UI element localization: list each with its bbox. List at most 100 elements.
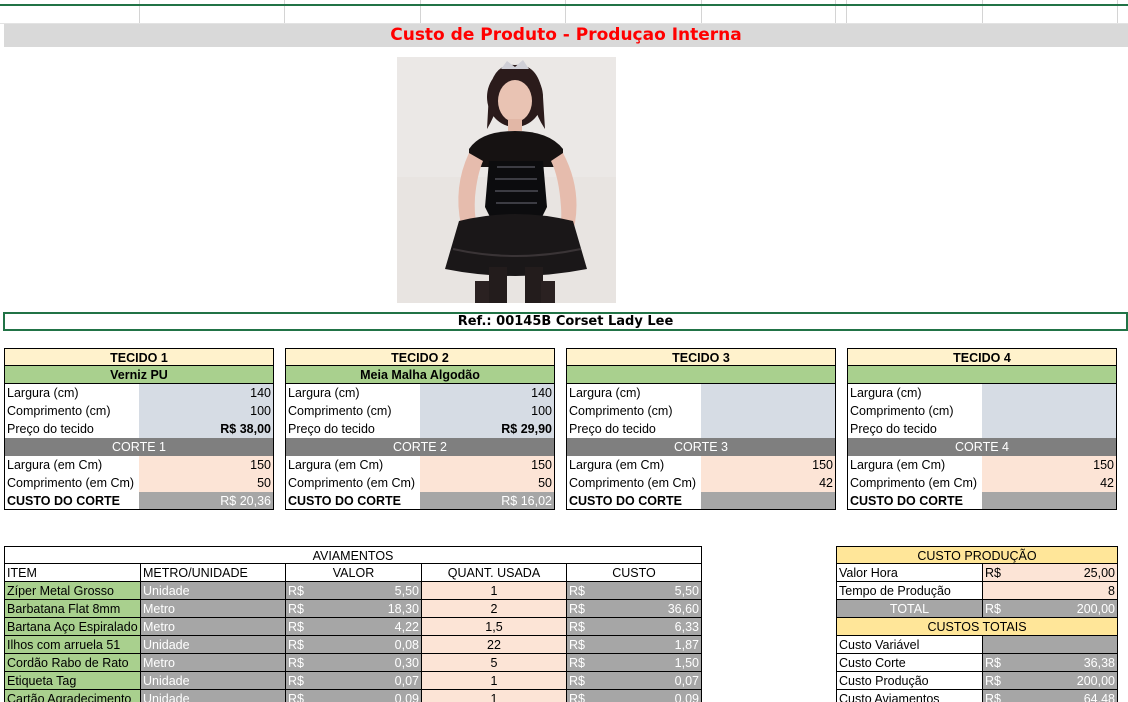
row-quant[interactable]: 1,5 [421, 618, 566, 636]
tempo-label: Tempo de Produção [836, 582, 982, 600]
fabric-width-label: Largura (cm) [4, 384, 139, 402]
fabric-length-value[interactable]: 100 [420, 402, 555, 420]
fabric-header: TECIDO 3 [566, 348, 836, 366]
fabric-length-label: Comprimento (cm) [566, 402, 701, 420]
row-valor-currency: R$ [285, 618, 315, 636]
row-item[interactable]: Zíper Metal Grosso [4, 582, 140, 600]
cut-width-value[interactable]: 150 [420, 456, 555, 474]
row-unit[interactable]: Unidade [140, 636, 285, 654]
fabric-length-label: Comprimento (cm) [847, 402, 982, 420]
fabric-width-value[interactable]: 140 [139, 384, 274, 402]
row-quant[interactable]: 5 [421, 654, 566, 672]
row-valor-currency: R$ [285, 582, 315, 600]
row-item[interactable]: Bartana Aço Espiralado [4, 618, 140, 636]
cut-length-value[interactable]: 42 [701, 474, 836, 492]
row-valor-currency: R$ [285, 636, 315, 654]
totais-row-label: Custo Variável [836, 636, 982, 654]
totais-row-value: 200,00 [1012, 672, 1118, 690]
totais-title: CUSTOS TOTAIS [836, 618, 1118, 636]
column-header-custo: CUSTO [566, 564, 702, 582]
cut-width-value[interactable]: 150 [982, 456, 1117, 474]
row-quant[interactable]: 2 [421, 600, 566, 618]
fabric-price-label: Preço do tecido [847, 420, 982, 438]
row-valor[interactable]: 0,08 [315, 636, 421, 654]
totais-row-value: 36,38 [1012, 654, 1118, 672]
valor-hora-value[interactable]: 25,00 [1012, 564, 1118, 582]
fabric-price-label: Preço do tecido [4, 420, 139, 438]
row-valor[interactable]: 4,22 [315, 618, 421, 636]
row-item[interactable]: Ilhos com arruela 51 [4, 636, 140, 654]
fabric-price-value[interactable]: R$ 38,00 [139, 420, 274, 438]
row-item[interactable]: Cordão Rabo de Rato [4, 654, 140, 672]
cut-cost-label: CUSTO DO CORTE [4, 492, 139, 510]
row-valor[interactable]: 0,07 [315, 672, 421, 690]
title-bar: Custo de Produto - Produçao Interna [4, 24, 1128, 47]
row-item[interactable]: Cartão Agradecimento [4, 690, 140, 702]
row-custo-currency: R$ [566, 582, 596, 600]
cut-length-value[interactable]: 42 [982, 474, 1117, 492]
fabric-price-value[interactable] [701, 420, 836, 438]
cut-width-value[interactable]: 150 [139, 456, 274, 474]
row-custo-currency: R$ [566, 654, 596, 672]
valor-hora-label: Valor Hora [836, 564, 982, 582]
row-quant[interactable]: 22 [421, 636, 566, 654]
aviamentos-table: AVIAMENTOS ITEM METRO/UNIDADE VALOR QUAN… [4, 546, 702, 702]
fabric-width-label: Largura (cm) [566, 384, 701, 402]
row-valor[interactable]: 0,09 [315, 690, 421, 702]
row-unit[interactable]: Metro [140, 654, 285, 672]
row-quant[interactable]: 1 [421, 690, 566, 702]
fabric-width-label: Largura (cm) [847, 384, 982, 402]
product-reference: Ref.: 00145B Corset Lady Lee [457, 314, 674, 329]
row-unit[interactable]: Unidade [140, 690, 285, 702]
row-quant[interactable]: 1 [421, 672, 566, 690]
fabric-name[interactable] [847, 366, 1117, 384]
row-custo: 36,60 [596, 600, 702, 618]
column-header-quant: QUANT. USADA [421, 564, 566, 582]
fabric-length-value[interactable]: 100 [139, 402, 274, 420]
row-valor-currency: R$ [285, 654, 315, 672]
cut-cost-value [982, 492, 1117, 510]
totais-row-currency: R$ [982, 654, 1012, 672]
row-quant[interactable]: 1 [421, 582, 566, 600]
row-unit[interactable]: Metro [140, 618, 285, 636]
row-valor[interactable]: 18,30 [315, 600, 421, 618]
fabric-price-value[interactable]: R$ 29,90 [420, 420, 555, 438]
row-unit[interactable]: Metro [140, 600, 285, 618]
row-custo-currency: R$ [566, 690, 596, 702]
row-item[interactable]: Etiqueta Tag [4, 672, 140, 690]
cut-length-value[interactable]: 50 [420, 474, 555, 492]
fabric-length-label: Comprimento (cm) [285, 402, 420, 420]
producao-total-label: TOTAL [836, 600, 982, 618]
fabric-price-value[interactable] [982, 420, 1117, 438]
tempo-value[interactable]: 8 [982, 582, 1118, 600]
row-unit[interactable]: Unidade [140, 582, 285, 600]
product-photo[interactable] [397, 57, 616, 303]
fabric-width-value[interactable]: 140 [420, 384, 555, 402]
row-unit[interactable]: Unidade [140, 672, 285, 690]
cut-length-label: Comprimento (em Cm) [566, 474, 701, 492]
fabric-name[interactable]: Meia Malha Algodão [285, 366, 555, 384]
totais-row-label: Custo Produção [836, 672, 982, 690]
fabric-name[interactable] [566, 366, 836, 384]
fabric-width-value[interactable] [701, 384, 836, 402]
cut-width-label: Largura (em Cm) [4, 456, 139, 474]
row-valor[interactable]: 5,50 [315, 582, 421, 600]
totais-row-value [982, 636, 1118, 654]
cut-length-value[interactable]: 50 [139, 474, 274, 492]
row-item[interactable]: Barbatana Flat 8mm [4, 600, 140, 618]
fabric-header: TECIDO 4 [847, 348, 1117, 366]
cut-width-value[interactable]: 150 [701, 456, 836, 474]
cut-cost-value [701, 492, 836, 510]
row-valor[interactable]: 0,30 [315, 654, 421, 672]
cut-cost-value: R$ 20,36 [139, 492, 274, 510]
reference-bar[interactable]: Ref.: 00145B Corset Lady Lee [3, 312, 1128, 331]
page-title: Custo de Produto - Produçao Interna [390, 25, 742, 45]
row-custo: 5,50 [596, 582, 702, 600]
totais-row-currency: R$ [982, 672, 1012, 690]
fabric-name[interactable]: Verniz PU [4, 366, 274, 384]
fabric-width-value[interactable] [982, 384, 1117, 402]
fabric-length-value[interactable] [982, 402, 1117, 420]
fabric-length-value[interactable] [701, 402, 836, 420]
totais-row-label: Custo Corte [836, 654, 982, 672]
cut-width-label: Largura (em Cm) [285, 456, 420, 474]
